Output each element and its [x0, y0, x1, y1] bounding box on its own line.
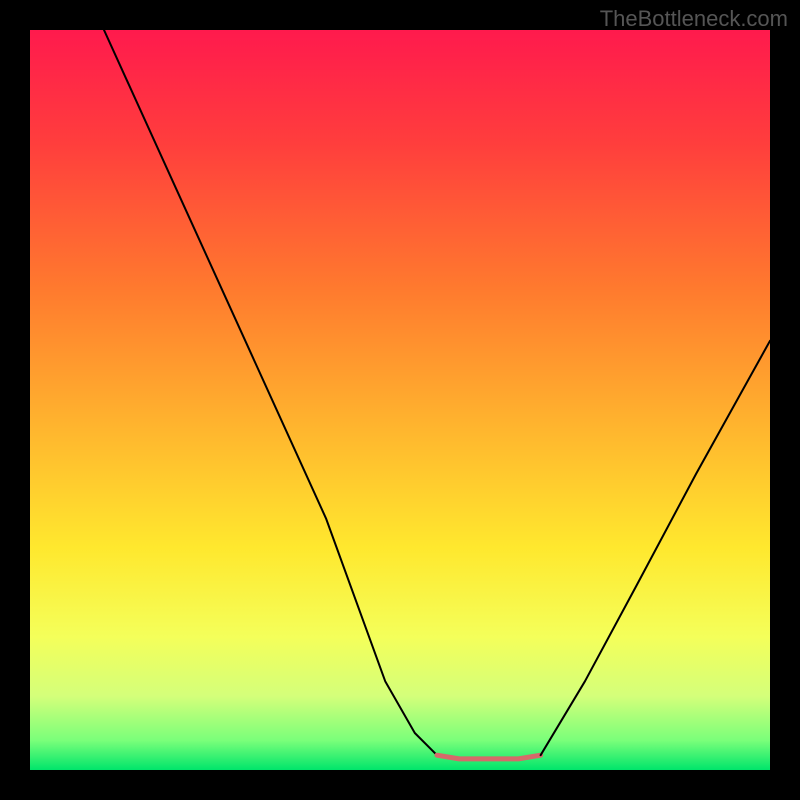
watermark-text: TheBottleneck.com	[600, 6, 788, 32]
series-bottleneck-curve-right	[541, 341, 770, 755]
chart-frame	[30, 30, 770, 770]
series-bottleneck-curve-left	[104, 30, 437, 755]
plot-svg	[30, 30, 770, 770]
series-bottleneck-floor	[437, 755, 541, 759]
